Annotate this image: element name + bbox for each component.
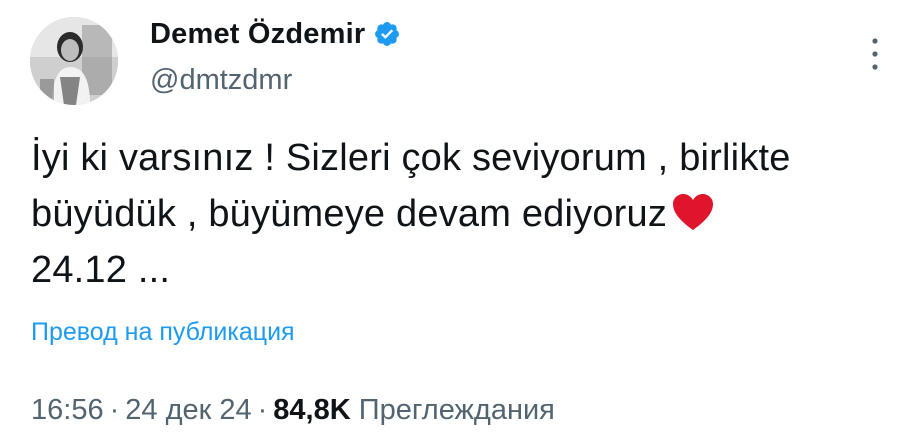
author-name-row[interactable]: Demet Özdemir (150, 16, 401, 52)
more-options-button[interactable] (864, 34, 886, 74)
tweet-line-2: büyüdük , büyümeye devam ediyoruz (31, 186, 881, 242)
separator-dot: · (109, 394, 120, 426)
separator-dot: · (257, 394, 268, 426)
tweet-date[interactable]: 24 дек 24 (125, 394, 251, 426)
views-count[interactable]: 84,8K (273, 394, 350, 426)
tweet-metadata: 16:56 · 24 дек 24 · 84,8K Преглеждания (31, 392, 555, 428)
author-avatar[interactable] (30, 17, 118, 105)
tweet-line-2-text: büyüdük , büyümeye devam ediyoruz (31, 193, 668, 235)
red-heart-emoji-icon (671, 192, 715, 232)
author-handle[interactable]: @dmtzdmr (150, 62, 292, 98)
avatar-photo (30, 17, 118, 105)
author-name[interactable]: Demet Özdemir (150, 16, 365, 52)
tweet-time[interactable]: 16:56 (31, 394, 104, 426)
more-vertical-icon (872, 38, 878, 70)
tweet-line-3: 24.12 ... (31, 249, 171, 291)
translate-post-link[interactable]: Превод на публикация (31, 316, 295, 348)
views-label[interactable]: Преглеждания (359, 394, 555, 426)
verified-badge-icon[interactable] (373, 20, 401, 48)
tweet-line-1: İyi ki varsınız ! Sizleri çok seviyorum … (31, 137, 791, 179)
tweet-text: İyi ki varsınız ! Sizleri çok seviyorum … (31, 130, 881, 298)
